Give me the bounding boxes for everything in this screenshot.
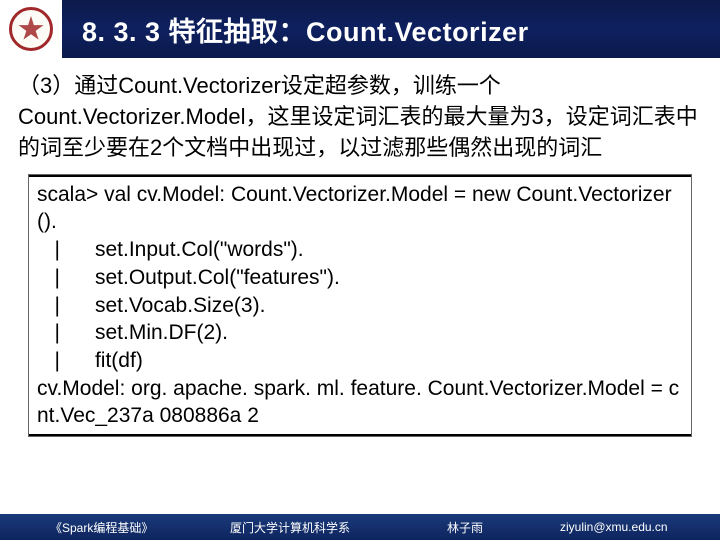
footer-author: 林子雨 — [400, 519, 530, 536]
footer-email: ziyulin@xmu.edu.cn — [530, 520, 678, 534]
slide-footer: 《Spark编程基础》 厦门大学计算机科学系 林子雨 ziyulin@xmu.e… — [0, 514, 720, 540]
slide-paragraph: （3）通过Count.Vectorizer设定超参数，训练一个Count.Vec… — [0, 58, 720, 172]
university-logo — [0, 0, 62, 58]
logo-emblem — [18, 16, 44, 42]
footer-department: 厦门大学计算机科学系 — [180, 519, 400, 536]
code-block: scala> val cv.Model: Count.Vectorizer.Mo… — [28, 174, 692, 437]
slide-title: 8. 3. 3 特征抽取：Count.Vectorizer — [82, 10, 529, 49]
logo-circle — [9, 7, 53, 51]
footer-book: 《Spark编程基础》 — [0, 519, 180, 536]
slide-header: 8. 3. 3 特征抽取：Count.Vectorizer — [0, 0, 720, 58]
code-content: scala> val cv.Model: Count.Vectorizer.Mo… — [29, 177, 691, 434]
